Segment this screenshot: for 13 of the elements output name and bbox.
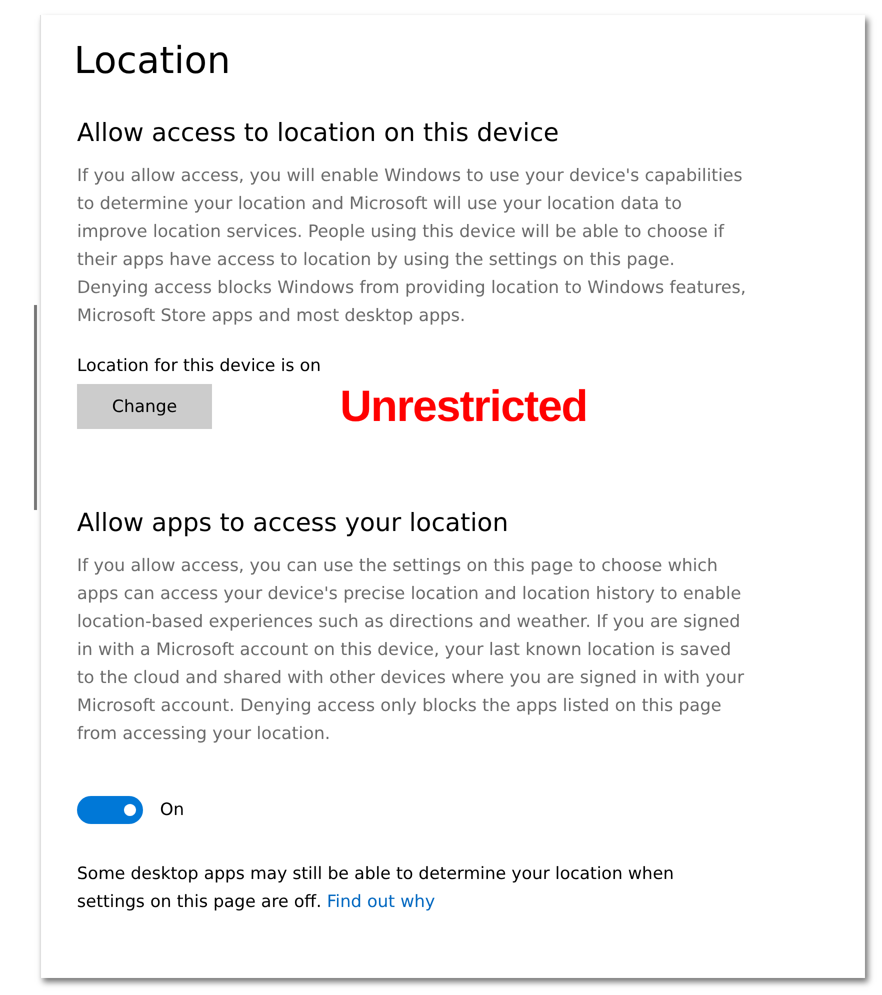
location-status: Location for this device is on [77,356,322,376]
page-title: Location [74,41,232,82]
section-heading: Allow access to location on this device [77,118,560,148]
note-text: Some desktop apps may still be able to determine your location when settings on this page are off. Find out why [77,862,675,914]
section-description: If you allow access, you can use the settings on this page to choose which apps can access your device's precise location and location history to enable location-based experiences such as directions and weather. If you are signed in with a Microsoft account on this device, your last known location is saved to the cloud and shared with other devices where you are signed in with your Microsoft account. Denying access only blocks the apps listed on this page from accessing your location. [77,554,746,746]
toggle-label: On [160,800,184,820]
section-description: If you allow access, you will enable Windows to use your device's capabilities to determine your location and Microsoft will use your location data to improve location services. People using this device will be able to choose if their apps have access to location by using the settings on this page. Denying access blocks Windows from providing location to Windows features, Microsoft Store apps and most desktop apps. [77,164,747,328]
section-heading: Allow apps to access your location [77,508,510,538]
find-out-why-link[interactable]: Find out why [326,892,436,912]
scrollbar[interactable] [34,305,37,510]
annotation-label: Unrestricted [340,382,588,432]
toggle-switch[interactable] [77,796,143,824]
change-button[interactable]: Change [77,384,212,430]
